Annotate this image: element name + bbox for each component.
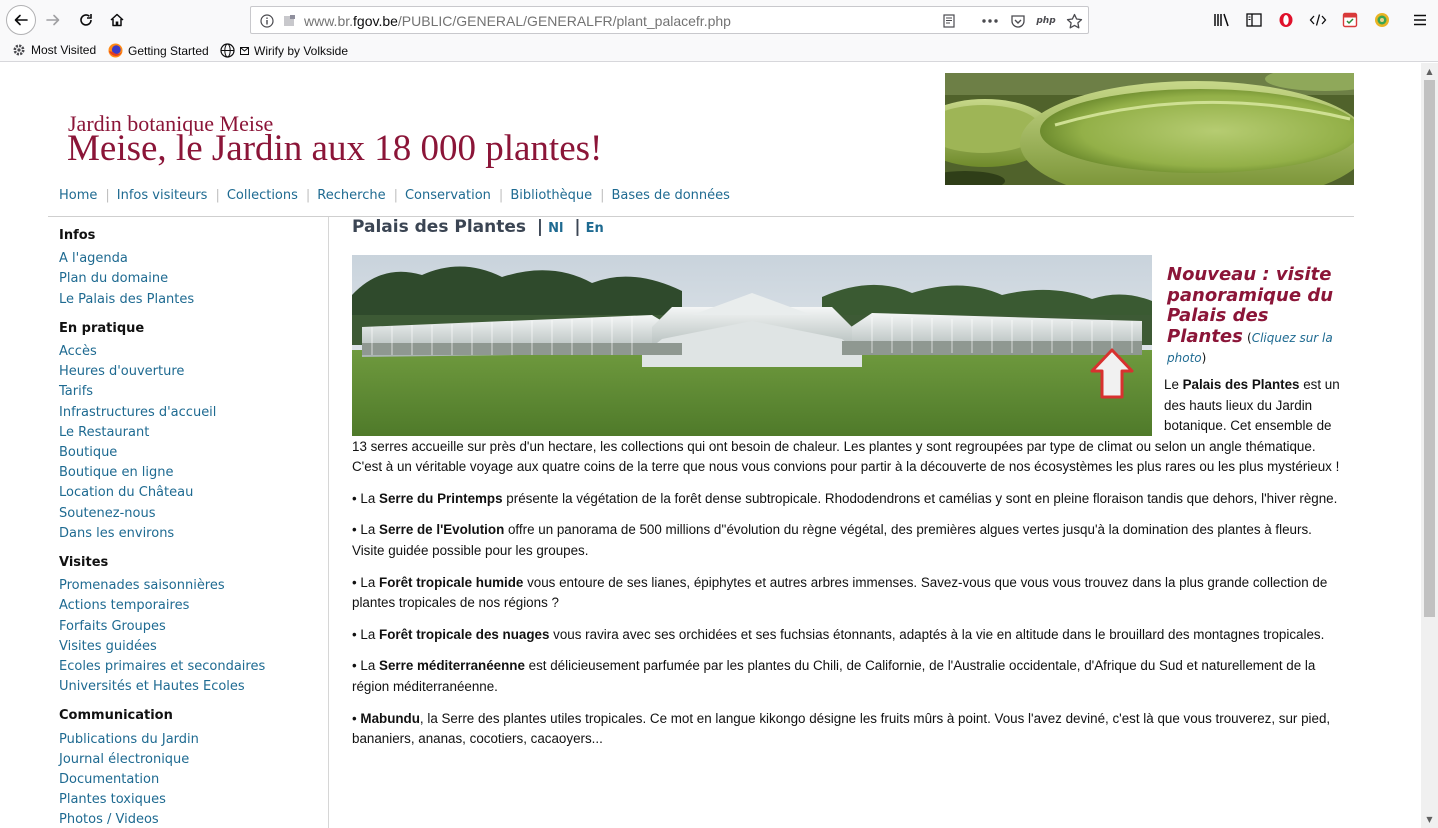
bookmark-label: Wirify by Volkside [254,43,349,58]
reload-icon[interactable] [72,6,100,34]
bookmarks-toolbar: Most Visited Getting Started Wirify by V… [0,40,1438,62]
nav-collections[interactable]: Collections [227,188,298,203]
sidebar-link-tarifs[interactable]: Tarifs [59,382,321,402]
sidebar-link-plan[interactable]: Plan du domaine [59,269,321,289]
page-title-text: Palais des Plantes [352,217,527,237]
php-icon[interactable]: php [1036,11,1056,31]
sidebar-link-actions[interactable]: Actions temporaires [59,596,321,616]
gear-icon [13,44,25,56]
globe-icon [220,43,235,58]
bookmark-getting-started[interactable]: Getting Started [108,43,209,58]
sidebar-link-promenades[interactable]: Promenades saisonnières [59,576,321,596]
article-body: Le Palais des Plantes est un des hauts l… [352,375,1342,761]
page-actions-icon[interactable] [980,11,1000,31]
nav-recherche[interactable]: Recherche [317,188,385,203]
info-icon[interactable] [257,11,277,31]
bullet-paragraph: • Mabundu, la Serre des plantes utiles t… [352,710,1331,747]
browser-toolbar: www.br.fgov.be/PUBLIC/GENERAL/GENERALFR/… [0,0,1438,40]
bookmark-most-visited[interactable]: Most Visited [12,43,96,57]
sidebar-link-journal[interactable]: Journal électronique [59,750,321,770]
sidebar-link-restaurant[interactable]: Le Restaurant [59,423,321,443]
url-bar[interactable]: www.br.fgov.be/PUBLIC/GENERAL/GENERALFR/… [250,6,1089,34]
sidebar-link-universites[interactable]: Universités et Hautes Ecoles [59,677,321,697]
sidebar-link-visites-guidees[interactable]: Visites guidées [59,637,321,657]
bookmark-label: Getting Started [128,43,209,58]
bullet-paragraph: • La Forêt tropicale humide vous entoure… [352,574,1328,611]
page-icon [279,11,299,31]
nav-bibliotheque[interactable]: Bibliothèque [510,188,592,203]
forward-arrow-icon[interactable] [39,6,67,34]
dev-tools-icon[interactable] [1304,6,1332,34]
bookmark-wirify[interactable]: Wirify by Volkside [220,43,348,58]
scrollbar-thumb[interactable] [1424,80,1435,617]
sidebar-divider [328,217,329,828]
bookmark-star-icon[interactable] [1064,11,1084,31]
water-lily-banner-image [945,73,1354,185]
sidebar-heading-communication: Communication [59,708,173,724]
extension-shield-icon[interactable] [1336,6,1364,34]
web-page: Jardin botanique Meise Meise, le Jardin … [0,63,1421,828]
site-title: Meise, le Jardin aux 18 000 plantes! [67,128,603,169]
reader-view-icon[interactable] [939,11,959,31]
opera-icon[interactable] [1272,6,1300,34]
sidebar-link-agenda[interactable]: A l'agenda [59,249,321,269]
sidebar-heading-infos: Infos [59,228,96,243]
sidebar-link-acces[interactable]: Accès [59,342,321,362]
nav-bases-de-donnees[interactable]: Bases de données [612,188,730,203]
envelope-icon [240,46,249,55]
nav-home[interactable]: Home [59,188,97,203]
top-navigation: Home | Infos visiteurs | Collections | Recherc… [59,188,730,203]
scroll-up-arrow-icon[interactable]: ▲ [1421,63,1438,80]
sidebar-link-forfaits[interactable]: Forfaits Groupes [59,617,321,637]
home-icon[interactable] [103,6,131,34]
sidebar-link-infrastructures[interactable]: Infrastructures d'accueil [59,403,321,423]
sidebar-link-palais[interactable]: Le Palais des Plantes [59,290,321,310]
page-title: Palais des Plantes | Nl | En [352,217,604,237]
sidebar-link-documentation[interactable]: Documentation [59,770,321,790]
sidebar-link-boutique[interactable]: Boutique [59,443,321,463]
url-text[interactable]: www.br.fgov.be/PUBLIC/GENERAL/GENERALFR/… [304,13,731,29]
lang-link-nl[interactable]: Nl [548,221,563,236]
bullet-paragraph: • La Serre méditerranéenne est délicieus… [352,658,1316,694]
sidebar-link-location-chateau[interactable]: Location du Château [59,483,321,503]
bullet-paragraph: • La Serre du Printemps présente la végé… [352,490,1338,506]
sidebar-toggle-icon[interactable] [1240,6,1268,34]
sidebar-link-boutique-en-ligne[interactable]: Boutique en ligne [59,463,321,483]
panorama-callout: Nouveau : visite panoramique du Palais d… [1167,264,1334,365]
nav-conservation[interactable]: Conservation [405,188,491,203]
bullet-paragraph: • La Forêt tropicale des nuages vous rav… [352,626,1325,642]
nav-infos-visiteurs[interactable]: Infos visiteurs [117,188,208,203]
sidebar-link-photos-videos[interactable]: Photos / Videos [59,810,321,828]
sidebar-link-ecoles[interactable]: Ecoles primaires et secondaires [59,657,321,677]
sidebar: Infos A l'agenda Plan du domaine Le Pala… [59,226,321,828]
lang-link-en[interactable]: En [586,221,604,236]
pocket-icon[interactable] [1008,11,1028,31]
sidebar-link-soutenez[interactable]: Soutenez-nous [59,504,321,524]
bookmark-label: Most Visited [31,43,97,57]
sidebar-heading-pratique: En pratique [59,320,145,336]
sidebar-link-plantes-toxiques[interactable]: Plantes toxiques [59,790,321,810]
hamburger-menu-icon[interactable] [1406,6,1434,34]
sidebar-link-heures[interactable]: Heures d'ouverture [59,362,321,382]
scroll-down-arrow-icon[interactable]: ▼ [1421,811,1438,828]
sidebar-heading-visites: Visites [59,555,109,571]
library-icon[interactable] [1208,6,1236,34]
vertical-scrollbar[interactable]: ▲ ▼ [1421,63,1438,828]
sidebar-link-publications[interactable]: Publications du Jardin [59,730,321,750]
divider [48,216,1354,217]
sidebar-link-environs[interactable]: Dans les environs [59,524,321,544]
back-arrow-icon[interactable] [6,5,36,35]
bullet-paragraph: • La Serre de l'Evolution offre un panor… [352,522,1312,558]
extension-globe-icon[interactable] [1368,6,1396,34]
firefox-icon [108,43,123,58]
